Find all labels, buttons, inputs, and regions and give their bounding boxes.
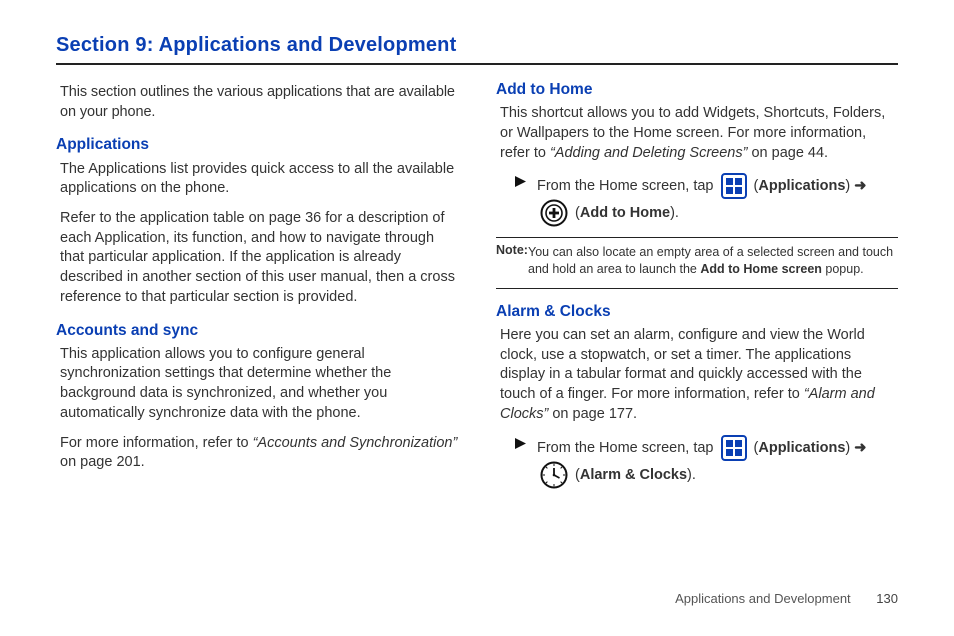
section-title: Section 9: Applications and Development	[56, 34, 898, 57]
heading-accounts-sync: Accounts and sync	[56, 320, 458, 341]
alarm-clocks-label: Alarm & Clocks	[580, 466, 687, 482]
columns: This section outlines the various applic…	[56, 79, 898, 491]
note-text-post: popup.	[822, 262, 864, 276]
note-rule-top	[496, 237, 898, 238]
applications-label: Applications	[758, 178, 845, 194]
note-popup-name: Add to Home screen	[700, 262, 822, 276]
accounts-para-1: This application allows you to configure…	[56, 345, 458, 424]
alarm-step: From the Home screen, tap (Applications)…	[514, 435, 898, 489]
arrow-icon: ➜	[850, 439, 866, 455]
arrow-icon: ➜	[850, 178, 866, 194]
page-footer: Applications and Development 130	[675, 591, 898, 606]
note-body: You can also locate an empty area of a s…	[528, 244, 898, 278]
alarm-text-post: on page 177.	[548, 406, 637, 422]
applications-para-2: Refer to the application table on page 3…	[56, 209, 458, 308]
step-body: From the Home screen, tap (Applications)…	[537, 435, 898, 489]
clock-icon	[540, 461, 568, 489]
add-to-home-para: This shortcut allows you to add Widgets,…	[496, 104, 898, 163]
accounts-ref-post: on page 201.	[60, 454, 145, 470]
applications-grid-icon	[721, 435, 747, 461]
note-label: Note:	[496, 243, 528, 257]
applications-label: Applications	[758, 439, 845, 455]
manual-page: Section 9: Applications and Development …	[0, 0, 954, 636]
step-text-2: From the Home screen, tap	[537, 439, 718, 455]
step-bullet-icon	[514, 175, 527, 195]
heading-alarm-clocks: Alarm & Clocks	[496, 301, 898, 322]
addhome-text-post: on page 44.	[747, 145, 828, 161]
left-column: This section outlines the various applic…	[56, 79, 458, 491]
accounts-ref-pre: For more information, refer to	[60, 435, 253, 451]
step-bullet-icon	[514, 437, 527, 457]
step-text-1: From the Home screen, tap	[537, 178, 718, 194]
footer-page-number: 130	[876, 591, 898, 606]
add-to-home-plus-icon	[540, 199, 568, 227]
add-to-home-label: Add to Home	[580, 205, 670, 221]
accounts-ref-title: “Accounts and Synchronization”	[253, 435, 458, 451]
applications-para-1: The Applications list provides quick acc…	[56, 160, 458, 199]
heading-applications: Applications	[56, 134, 458, 155]
note-block: Note: You can also locate an empty area …	[496, 242, 898, 278]
footer-section-name: Applications and Development	[675, 591, 851, 606]
applications-grid-icon	[721, 173, 747, 199]
section-intro: This section outlines the various applic…	[56, 83, 458, 122]
step-body: From the Home screen, tap (Applications)…	[537, 173, 898, 227]
alarm-para: Here you can set an alarm, configure and…	[496, 326, 898, 425]
accounts-para-2: For more information, refer to “Accounts…	[56, 434, 458, 473]
note-rule-bottom	[496, 288, 898, 289]
heading-add-to-home: Add to Home	[496, 79, 898, 100]
addhome-ref-title: “Adding and Deleting Screens”	[550, 145, 747, 161]
right-column: Add to Home This shortcut allows you to …	[496, 79, 898, 491]
add-to-home-step: From the Home screen, tap (Applications)…	[514, 173, 898, 227]
title-rule	[56, 63, 898, 65]
